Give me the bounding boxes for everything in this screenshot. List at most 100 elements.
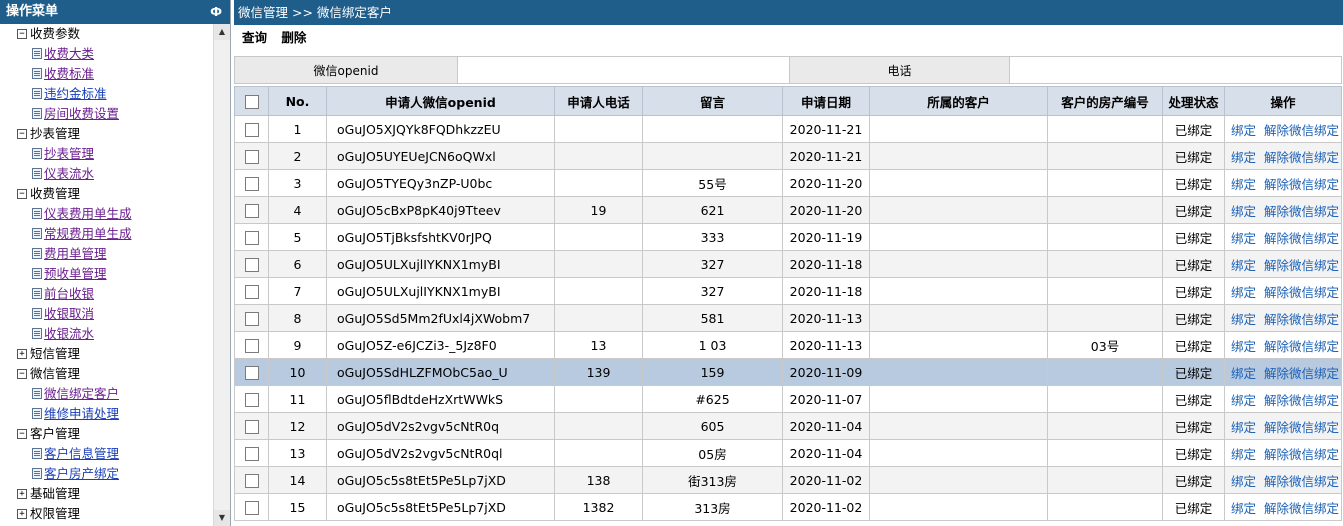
bind-link[interactable]: 绑定 [1231,393,1256,408]
table-row[interactable]: 8 oGuJO5Sd5Mm2fUxl4jXWobm7 581 2020-11-13 已绑… [234,304,1342,332]
table-row[interactable]: 11 oGuJO5flBdtdeHzXrtWWkS #625 2020-11-07 已绑… [234,385,1342,413]
row-checkbox[interactable] [244,473,259,488]
menu-item-link[interactable]: 微信绑定客户 [44,386,119,401]
menu-item-link[interactable]: 仪表费用单生成 [44,206,132,221]
menu-item-link[interactable]: 常规费用单生成 [44,226,132,241]
row-select-cell[interactable] [234,277,269,305]
collapse-icon[interactable]: − [17,429,27,439]
menu-item-link[interactable]: 房间收费设置 [44,106,119,121]
unbind-link[interactable]: 解除微信绑定 [1264,501,1339,516]
menu-group[interactable]: + 基础管理 [0,484,214,504]
menu-item-link[interactable]: 收银流水 [44,326,94,341]
menu-group[interactable]: + 短信管理 [0,344,214,364]
menu-group[interactable]: − 收费参数 [0,24,214,44]
table-row[interactable]: 1 oGuJO5XJQYk8FQDhkzzEU 2020-11-21 已绑定 绑定 解除微… [234,115,1342,143]
menu-group[interactable]: − 微信管理 [0,364,214,384]
table-row[interactable]: 15 oGuJO5c5s8tEt5Pe5Lp7jXD 1382 313房 2020-11… [234,493,1342,521]
menu-item-link[interactable]: 客户房产绑定 [44,466,119,481]
menu-item[interactable]: 微信绑定客户 [0,384,214,404]
unbind-link[interactable]: 解除微信绑定 [1264,474,1339,489]
menu-item[interactable]: 收费大类 [0,44,214,64]
menu-item-link[interactable]: 前台收银 [44,286,94,301]
menu-item[interactable]: 前台收银 [0,284,214,304]
menu-item-link[interactable]: 仪表流水 [44,166,94,181]
bind-link[interactable]: 绑定 [1231,501,1256,516]
openid-search-input[interactable] [457,56,790,84]
menu-item[interactable]: 仪表流水 [0,164,214,184]
unbind-link[interactable]: 解除微信绑定 [1264,447,1339,462]
menu-item[interactable]: 房间收费设置 [0,104,214,124]
menu-item-link[interactable]: 收费标准 [44,66,94,81]
row-select-cell[interactable] [234,115,269,143]
row-checkbox[interactable] [244,338,259,353]
row-select-cell[interactable] [234,466,269,494]
menu-item[interactable]: 客户信息管理 [0,444,214,464]
bind-link[interactable]: 绑定 [1231,366,1256,381]
bind-link[interactable]: 绑定 [1231,177,1256,192]
table-row[interactable]: 13 oGuJO5dV2s2vgv5cNtR0ql 05房 2020-11-04 已绑定… [234,439,1342,467]
row-checkbox[interactable] [244,446,259,461]
select-all-checkbox[interactable] [244,94,259,109]
menu-group[interactable]: − 客户管理 [0,424,214,444]
menu-item[interactable]: 常规费用单生成 [0,224,214,244]
table-row[interactable]: 12 oGuJO5dV2s2vgv5cNtR0q 605 2020-11-04 已绑定绑… [234,412,1342,440]
row-checkbox[interactable] [244,230,259,245]
menu-item[interactable]: 抄表管理 [0,144,214,164]
row-checkbox[interactable] [244,365,259,380]
unbind-link[interactable]: 解除微信绑定 [1264,231,1339,246]
query-button[interactable]: 查询 [242,30,267,45]
menu-item[interactable]: 客户房产绑定 [0,464,214,484]
menu-item[interactable]: 违约金标准 [0,84,214,104]
expand-icon[interactable]: + [17,489,27,499]
sidebar-scrollbar[interactable]: ▲ ▼ [213,24,230,526]
unbind-link[interactable]: 解除微信绑定 [1264,285,1339,300]
row-select-cell[interactable] [234,358,269,386]
menu-item-link[interactable]: 抄表管理 [44,146,94,161]
unbind-link[interactable]: 解除微信绑定 [1264,150,1339,165]
bind-link[interactable]: 绑定 [1231,420,1256,435]
menu-item[interactable]: 预收单管理 [0,264,214,284]
expand-icon[interactable]: + [17,349,27,359]
expand-icon[interactable]: + [17,509,27,519]
unbind-link[interactable]: 解除微信绑定 [1264,204,1339,219]
row-checkbox[interactable] [244,392,259,407]
table-row[interactable]: 14 oGuJO5c5s8tEt5Pe5Lp7jXD 138 街313房 2020-11… [234,466,1342,494]
table-row[interactable]: 9 oGuJO5Z-e6JCZi3-_5Jz8F0 13 1 03 2020-11-13… [234,331,1342,359]
unbind-link[interactable]: 解除微信绑定 [1264,312,1339,327]
menu-item-link[interactable]: 违约金标准 [44,86,107,101]
row-select-cell[interactable] [234,493,269,521]
menu-item[interactable]: 仪表费用单生成 [0,204,214,224]
row-checkbox[interactable] [244,176,259,191]
collapse-icon[interactable]: − [17,189,27,199]
table-row[interactable]: 6 oGuJO5ULXujlIYKNX1myBI 327 2020-11-18 已绑定绑… [234,250,1342,278]
menu-item-link[interactable]: 客户信息管理 [44,446,119,461]
delete-button[interactable]: 删除 [281,30,306,45]
row-select-cell[interactable] [234,439,269,467]
unbind-link[interactable]: 解除微信绑定 [1264,393,1339,408]
row-checkbox[interactable] [244,500,259,515]
phone-search-input[interactable] [1009,56,1342,84]
table-row[interactable]: 3 oGuJO5TYEQy3nZP-U0bc 55号 2020-11-20 已绑定 绑定解… [234,169,1342,197]
menu-group[interactable]: − 抄表管理 [0,124,214,144]
row-checkbox[interactable] [244,311,259,326]
table-row[interactable]: 4 oGuJO5cBxP8pK40j9Tteev 19 621 2020-11-20 已绑… [234,196,1342,224]
select-all-header[interactable] [234,86,269,116]
scroll-up-arrow-icon[interactable]: ▲ [214,24,230,40]
table-row[interactable]: 10 oGuJO5SdHLZFMObC5ao_U 139 159 2020-11-09 已… [234,358,1342,386]
row-select-cell[interactable] [234,169,269,197]
menu-item[interactable]: 维修申请处理 [0,404,214,424]
menu-item[interactable]: 收银流水 [0,324,214,344]
bind-link[interactable]: 绑定 [1231,258,1256,273]
bind-link[interactable]: 绑定 [1231,123,1256,138]
row-select-cell[interactable] [234,250,269,278]
menu-item-link[interactable]: 收费大类 [44,46,94,61]
bind-link[interactable]: 绑定 [1231,150,1256,165]
scroll-down-arrow-icon[interactable]: ▼ [214,510,230,526]
bind-link[interactable]: 绑定 [1231,474,1256,489]
row-select-cell[interactable] [234,331,269,359]
row-checkbox[interactable] [244,284,259,299]
row-checkbox[interactable] [244,419,259,434]
menu-group[interactable]: + 权限管理 [0,504,214,524]
menu-item-link[interactable]: 收银取消 [44,306,94,321]
unbind-link[interactable]: 解除微信绑定 [1264,366,1339,381]
